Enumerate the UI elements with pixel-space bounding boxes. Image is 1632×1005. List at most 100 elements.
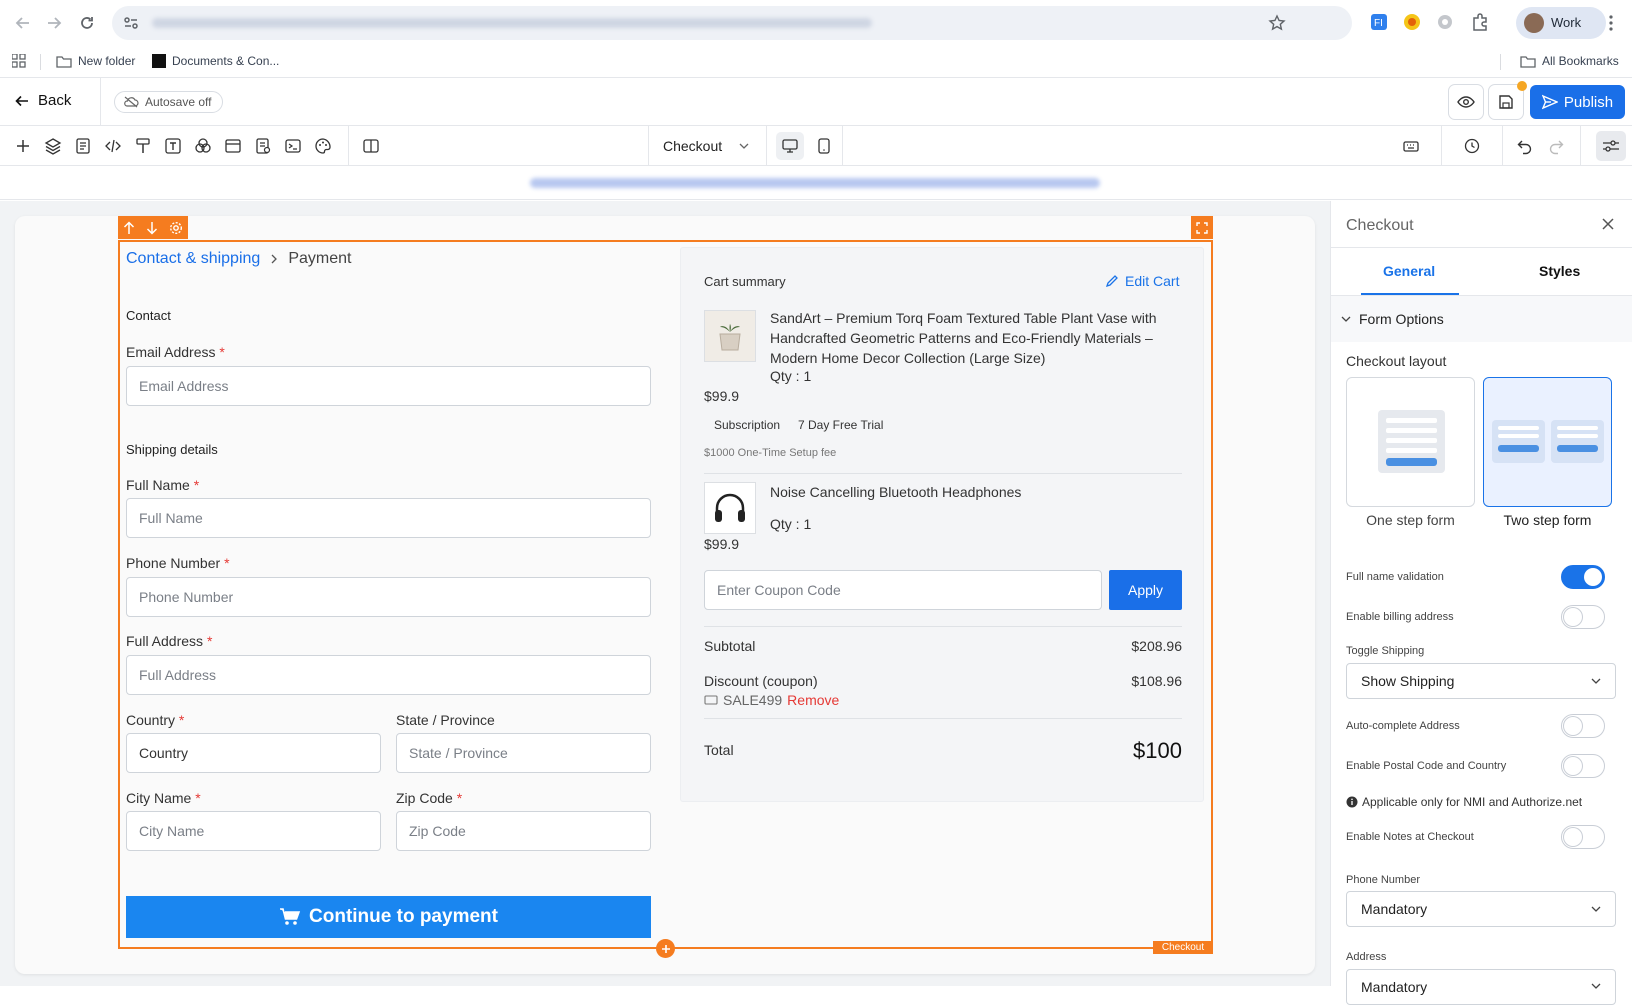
extension-icon[interactable] (1403, 13, 1421, 31)
bookmark-documents[interactable]: Documents & Con... (152, 54, 279, 68)
coupon-input[interactable]: Enter Coupon Code (704, 570, 1102, 610)
chevron-down-icon (1591, 906, 1601, 912)
palette-icon[interactable] (314, 137, 332, 155)
cart-title: Cart summary (704, 274, 786, 289)
profile-button[interactable]: Work (1516, 7, 1606, 39)
page-select[interactable]: Checkout (663, 136, 749, 156)
phone-field[interactable]: Phone Number (126, 577, 651, 617)
state-field[interactable]: State / Province (396, 733, 651, 773)
postal-country-toggle[interactable] (1561, 754, 1605, 778)
applied-coupon: SALE499 Remove (704, 692, 839, 708)
zip-field[interactable]: Zip Code (396, 811, 651, 851)
menu-kebab-icon[interactable] (1608, 14, 1614, 32)
all-bookmarks[interactable]: All Bookmarks (1520, 54, 1619, 68)
keyboard-icon[interactable] (1402, 137, 1420, 155)
publish-button[interactable]: Publish (1530, 85, 1625, 119)
notes-checkout-label: Enable Notes at Checkout (1346, 831, 1474, 843)
address-label: Address (1346, 951, 1387, 963)
avatar (1524, 13, 1544, 33)
move-up-icon[interactable] (123, 220, 135, 235)
fullname-field[interactable]: Full Name (126, 498, 651, 538)
address-select[interactable]: Mandatory (1346, 969, 1616, 1005)
page-select-value: Checkout (663, 138, 723, 154)
page-url[interactable] (530, 178, 1100, 188)
add-element-icon[interactable] (14, 137, 32, 155)
toggle-shipping-select[interactable]: Show Shipping (1346, 663, 1616, 699)
tab-styles[interactable]: Styles (1539, 263, 1580, 279)
add-section-icon[interactable] (656, 939, 675, 958)
bookmark-new-folder[interactable]: New folder (56, 54, 135, 68)
history-icon[interactable] (1463, 137, 1481, 155)
desktop-view-button[interactable] (776, 132, 804, 160)
notes-checkout-toggle[interactable] (1561, 825, 1605, 849)
back-arrow-icon[interactable] (12, 12, 34, 34)
move-down-icon[interactable] (146, 221, 158, 235)
forward-arrow-icon[interactable] (43, 12, 65, 34)
form-icon[interactable] (254, 137, 272, 155)
close-icon[interactable] (1601, 217, 1615, 231)
apply-coupon-button[interactable]: Apply (1109, 570, 1182, 610)
colors-icon[interactable] (194, 137, 212, 155)
layout-one-step[interactable] (1346, 377, 1475, 507)
edit-cart-link[interactable]: Edit Cart (1105, 273, 1179, 289)
chevron-down-icon (739, 143, 749, 149)
address-field[interactable]: Full Address (126, 655, 651, 695)
subtotal-label: Subtotal (704, 638, 756, 654)
apps-grid-icon[interactable] (12, 54, 26, 68)
back-button[interactable]: Back (14, 92, 71, 109)
zip-label: Zip Code * (396, 790, 463, 806)
extension-icon[interactable]: FI (1370, 13, 1388, 31)
settings-panel: Checkout General Styles Form Options Che… (1330, 201, 1632, 1005)
layout-icon[interactable] (224, 137, 242, 155)
email-field[interactable]: Email Address (126, 366, 651, 406)
country-field[interactable]: Country (126, 733, 381, 773)
phone-number-value: Mandatory (1361, 901, 1428, 917)
phone-number-select[interactable]: Mandatory (1346, 891, 1616, 927)
continue-to-payment-button[interactable]: Continue to payment (126, 896, 651, 938)
pages-icon[interactable] (74, 137, 92, 155)
breadcrumb-payment[interactable]: Payment (288, 250, 351, 268)
text-icon[interactable] (164, 137, 182, 155)
expand-icon[interactable] (1191, 216, 1213, 239)
city-label: City Name * (126, 790, 201, 806)
site-info-icon[interactable] (122, 14, 140, 32)
preview-button[interactable] (1448, 84, 1484, 120)
enable-billing-toggle[interactable] (1561, 605, 1605, 629)
two-step-preview-b (1551, 420, 1604, 463)
profile-name: Work (1551, 15, 1582, 30)
form-options-section[interactable]: Form Options (1331, 296, 1632, 342)
bookmark-label: Documents & Con... (172, 54, 280, 68)
split-view-icon[interactable] (362, 137, 380, 155)
save-button[interactable] (1488, 81, 1527, 120)
code-icon[interactable] (104, 137, 122, 155)
mobile-view-button[interactable] (810, 132, 838, 160)
tab-general[interactable]: General (1383, 263, 1435, 279)
element-settings-icon[interactable] (169, 221, 183, 235)
layout-one-label: One step form (1366, 512, 1455, 528)
layers-icon[interactable] (44, 137, 62, 155)
autosave-toggle[interactable]: Autosave off (114, 91, 223, 113)
paint-roller-icon[interactable] (134, 137, 152, 155)
redo-icon[interactable] (1547, 137, 1565, 155)
layout-two-step[interactable] (1483, 377, 1612, 507)
remove-coupon-link[interactable]: Remove (787, 692, 839, 708)
city-field[interactable]: City Name (126, 811, 381, 851)
full-name-validation-toggle[interactable] (1561, 565, 1605, 589)
settings-panel-button[interactable] (1596, 131, 1626, 161)
address-bar[interactable] (112, 6, 1352, 40)
plant-vase-icon (719, 324, 741, 351)
extension-icon[interactable] (1436, 13, 1454, 31)
item-2-qty: Qty : 1 (770, 516, 812, 532)
discount-value: $108.96 (1131, 673, 1182, 689)
unsaved-dot (1517, 81, 1527, 91)
terminal-icon[interactable] (284, 137, 302, 155)
bookmark-star-icon[interactable] (1268, 14, 1286, 32)
one-step-preview (1378, 410, 1445, 473)
city-placeholder: City Name (139, 823, 205, 839)
autocomplete-toggle[interactable] (1561, 714, 1605, 738)
extensions-puzzle-icon[interactable] (1470, 12, 1490, 32)
breadcrumb-contact-shipping[interactable]: Contact & shipping (126, 250, 260, 268)
reload-icon[interactable] (76, 12, 98, 34)
continue-label: Continue to payment (309, 906, 498, 927)
undo-icon[interactable] (1516, 137, 1534, 155)
